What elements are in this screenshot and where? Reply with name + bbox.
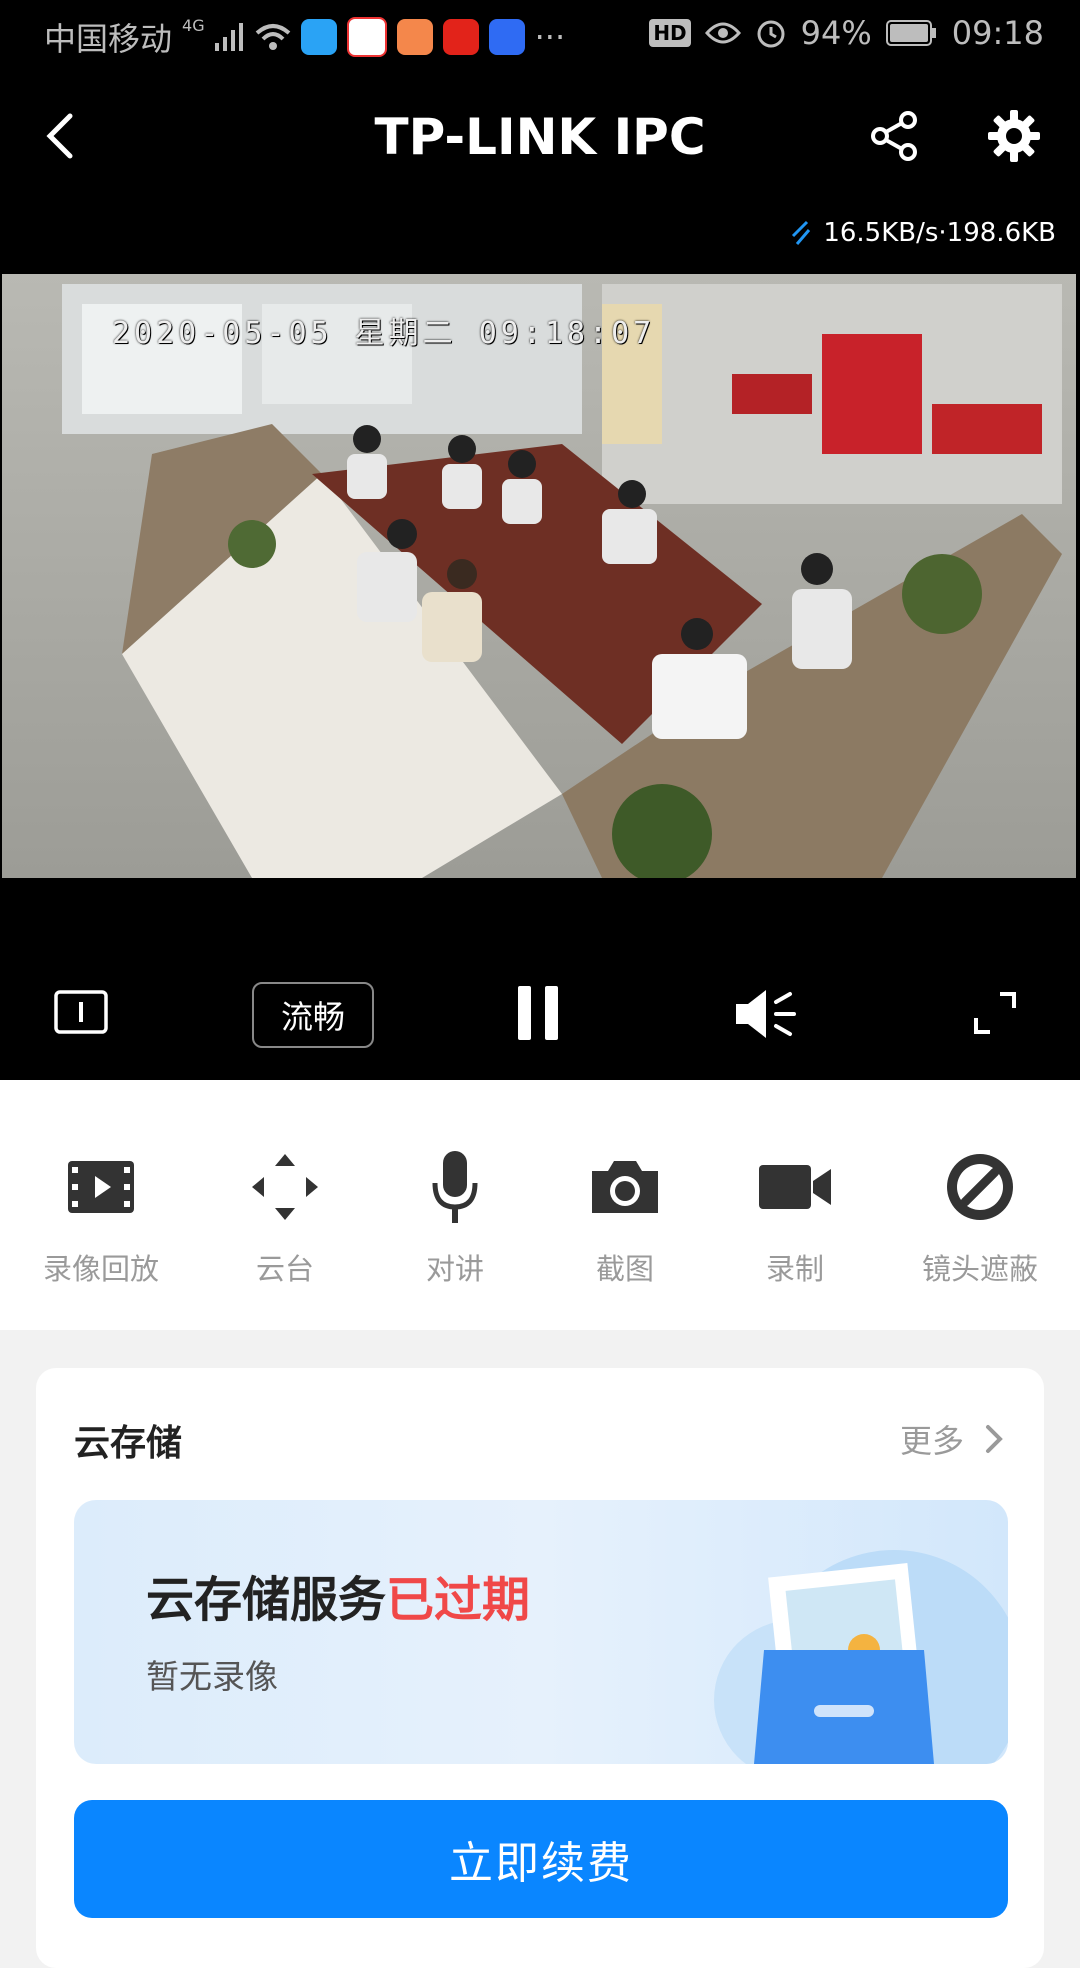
record-button[interactable]: 录制	[705, 1080, 885, 1330]
hd-badge: HD	[649, 19, 691, 47]
more-notifications: ···	[534, 18, 566, 56]
aspect-button[interactable]	[54, 990, 108, 1038]
renew-button[interactable]: 立即续费	[74, 1800, 1008, 1918]
service-text: 云存储服务	[146, 1572, 387, 1628]
cloud-folder-illustration	[714, 1550, 1008, 1764]
action-label: 云台	[255, 1252, 314, 1286]
alarm-icon	[755, 17, 787, 49]
playback-button[interactable]: 录像回放	[11, 1080, 191, 1330]
more-label: 更多	[899, 1422, 964, 1460]
nav-bar: TP-LINK IPC	[0, 76, 1080, 206]
fullscreen-button[interactable]	[972, 990, 1018, 1040]
pan-tilt-icon	[240, 1142, 330, 1232]
fullscreen-icon	[974, 992, 1016, 1034]
cloud-storage-card: 云存储 更多 云存储服务已过期 暂无录像 立即续费	[36, 1368, 1044, 1968]
pause-icon	[518, 986, 558, 1040]
app-icon-1	[300, 19, 337, 55]
app-icon-5	[488, 19, 525, 55]
quality-button[interactable]: 流畅	[252, 982, 374, 1048]
film-icon	[56, 1142, 146, 1232]
app-icon-2	[346, 17, 387, 57]
video-timestamp: 2020-05-05 星期二 09:18:07	[112, 316, 656, 351]
battery-percent: 94%	[800, 14, 872, 52]
action-label: 镜头遮蔽	[921, 1252, 1038, 1286]
pause-button[interactable]	[516, 984, 560, 1046]
share-icon	[871, 111, 917, 161]
microphone-icon	[410, 1142, 500, 1232]
action-label: 录制	[765, 1252, 824, 1286]
talk-button[interactable]: 对讲	[365, 1080, 545, 1330]
expired-text: 已过期	[386, 1572, 531, 1628]
gear-icon	[988, 110, 1040, 162]
chevron-right-icon	[986, 1425, 1003, 1453]
mute-button[interactable]	[734, 988, 798, 1044]
transfer-icon	[792, 220, 811, 245]
service-status: 云存储服务已过期	[146, 1560, 530, 1630]
more-link[interactable]: 更多	[900, 1416, 1004, 1462]
app-icon-3	[396, 19, 433, 55]
stream-rate-text: 16.5KB/s·198.6KB	[823, 218, 1056, 248]
action-panel: 录像回放 云台 对讲 截图 录制 镜头遮蔽	[0, 1080, 1080, 1330]
network-type: 4G	[182, 16, 205, 35]
camera-icon	[580, 1142, 670, 1232]
live-video[interactable]: 2020-05-05 星期二 09:18:07	[2, 274, 1076, 878]
app-icon-4	[442, 19, 479, 55]
cloud-banner[interactable]: 云存储服务已过期 暂无录像	[74, 1500, 1008, 1764]
action-label: 对讲	[425, 1252, 484, 1286]
screenshot-button[interactable]: 截图	[535, 1080, 715, 1330]
ptz-button[interactable]: 云台	[195, 1080, 375, 1330]
settings-button[interactable]	[974, 96, 1054, 176]
lens-mask-button[interactable]: 镜头遮蔽	[890, 1080, 1070, 1330]
carrier-name: 中国移动	[44, 20, 173, 58]
action-label: 录像回放	[42, 1252, 159, 1286]
clock: 09:18	[951, 14, 1044, 52]
video-camera-icon	[750, 1142, 840, 1232]
eye-icon	[704, 21, 741, 45]
stream-rate: 16.5KB/s·198.6KB	[789, 218, 1056, 248]
share-button[interactable]	[854, 96, 934, 176]
no-recording-text: 暂无录像	[146, 1657, 278, 1696]
battery-icon	[885, 20, 938, 46]
action-label: 截图	[595, 1252, 654, 1286]
wifi-icon	[255, 23, 291, 51]
lens-block-icon	[935, 1142, 1025, 1232]
signal-icon	[214, 23, 245, 51]
speaker-icon	[736, 990, 796, 1038]
video-frame	[2, 274, 1076, 878]
status-bar: 中国移动 4G ··· HD 94% 09:18	[0, 0, 1080, 76]
cloud-title: 云存储	[74, 1423, 183, 1464]
aspect-ratio-icon	[54, 990, 108, 1034]
